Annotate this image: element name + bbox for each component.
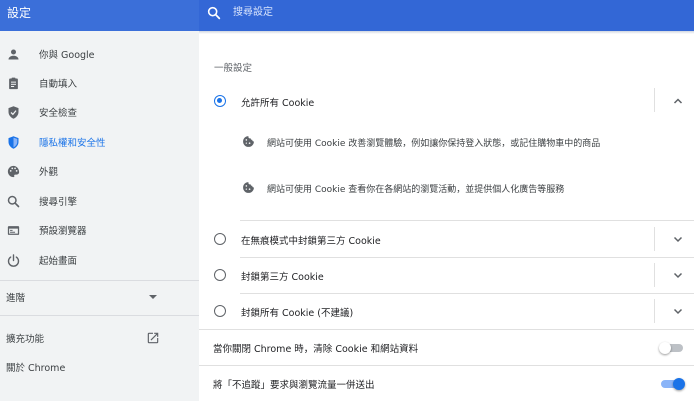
about-label: 關於 Chrome (6, 363, 66, 374)
sidebar-item-label: 外觀 (39, 167, 59, 178)
option-label[interactable]: 允許所有 Cookie (241, 95, 314, 109)
row-divider (199, 329, 694, 330)
search-icon (7, 195, 20, 207)
sidebar-divider (0, 280, 199, 281)
power-icon (7, 253, 20, 267)
sidebar-divider (0, 315, 199, 316)
person-icon (8, 49, 19, 59)
sidebar-item-autofill[interactable]: 自動填入 (0, 69, 199, 97)
sidebar-item-label: 預設瀏覽器 (39, 226, 87, 237)
sidebar-advanced-toggle[interactable]: 進階 (0, 283, 199, 311)
shield-check-icon (8, 105, 19, 119)
extensions-label: 擴充功能 (6, 334, 45, 345)
row-divider (199, 365, 694, 366)
radio-block-third-party[interactable] (214, 269, 226, 281)
search-input[interactable]: 搜尋設定 (233, 6, 273, 20)
cookie-info-text: 網站可使用 Cookie 查看你在各網站的瀏覽活動，並提供個人化廣告等服務 (267, 185, 565, 195)
sidebar-item-label: 搜尋引擎 (39, 197, 78, 208)
sidebar-item-appearance[interactable]: 外觀 (0, 157, 199, 185)
toggle-knob (659, 342, 671, 354)
radio-block-third-party-incognito[interactable] (214, 233, 226, 245)
separator (654, 227, 655, 251)
row-divider (240, 257, 694, 258)
cookie-icon (243, 136, 254, 147)
radio-allow-all-cookies[interactable] (214, 95, 226, 107)
sidebar-item-label: 起始畫面 (39, 256, 78, 267)
sidebar-item-default-browser[interactable]: 預設瀏覽器 (0, 216, 199, 244)
cookie-icon (243, 182, 254, 193)
option-label[interactable]: 在無痕模式中封鎖第三方 Cookie (241, 233, 381, 247)
chevron-down-icon[interactable] (673, 306, 683, 316)
radio-block-all-cookies[interactable] (214, 305, 226, 317)
option-label[interactable]: 封鎖所有 Cookie (不建議) (241, 305, 353, 319)
option-label[interactable]: 封鎖第三方 Cookie (241, 269, 324, 283)
advanced-label: 進階 (6, 293, 26, 304)
caret-down-icon (149, 295, 157, 299)
sidebar-item-label: 安全檢查 (39, 108, 78, 119)
sidebar-item-safety-check[interactable]: 安全檢查 (0, 98, 199, 126)
separator (654, 263, 655, 287)
sidebar-item-label: 自動填入 (39, 79, 78, 90)
cookie-info-text: 網站可使用 Cookie 改善瀏覽體驗，例如讓你保持登入狀態，或記住購物車中的商… (267, 139, 601, 149)
header-shadow (199, 31, 694, 34)
sidebar-item-label: 隱私權和安全性 (39, 138, 106, 149)
separator (654, 299, 655, 323)
sidebar-item-on-startup[interactable]: 起始畫面 (0, 246, 199, 274)
browser-icon (7, 225, 20, 235)
separator (654, 88, 655, 112)
open-in-new-icon (147, 332, 159, 344)
chevron-down-icon[interactable] (673, 234, 683, 244)
chevron-down-icon[interactable] (673, 270, 683, 280)
sidebar-item-you-and-google[interactable]: 你與 Google (0, 40, 199, 68)
search-icon[interactable] (206, 5, 222, 21)
toggle-knob (673, 378, 685, 390)
palette-icon (7, 165, 20, 177)
page-title: 設定 (0, 0, 199, 31)
toggle-label: 將「不追蹤」要求與瀏覽流量一併送出 (213, 380, 375, 391)
section-title: 一般設定 (214, 63, 253, 74)
row-divider (240, 293, 694, 294)
sidebar-item-privacy[interactable]: 隱私權和安全性 (0, 128, 199, 156)
sidebar-item-search-engine[interactable]: 搜尋引擎 (0, 187, 199, 215)
sidebar-item-about-chrome[interactable]: 關於 Chrome (0, 353, 199, 381)
clipboard-icon (9, 77, 18, 89)
chevron-up-icon[interactable] (673, 96, 683, 106)
sidebar-item-extensions[interactable]: 擴充功能 (0, 324, 199, 352)
sidebar-item-label: 你與 Google (39, 50, 95, 61)
toggle-label: 當你關閉 Chrome 時，清除 Cookie 和網站資料 (213, 344, 419, 355)
shield-icon (8, 135, 19, 149)
row-divider (240, 220, 694, 221)
